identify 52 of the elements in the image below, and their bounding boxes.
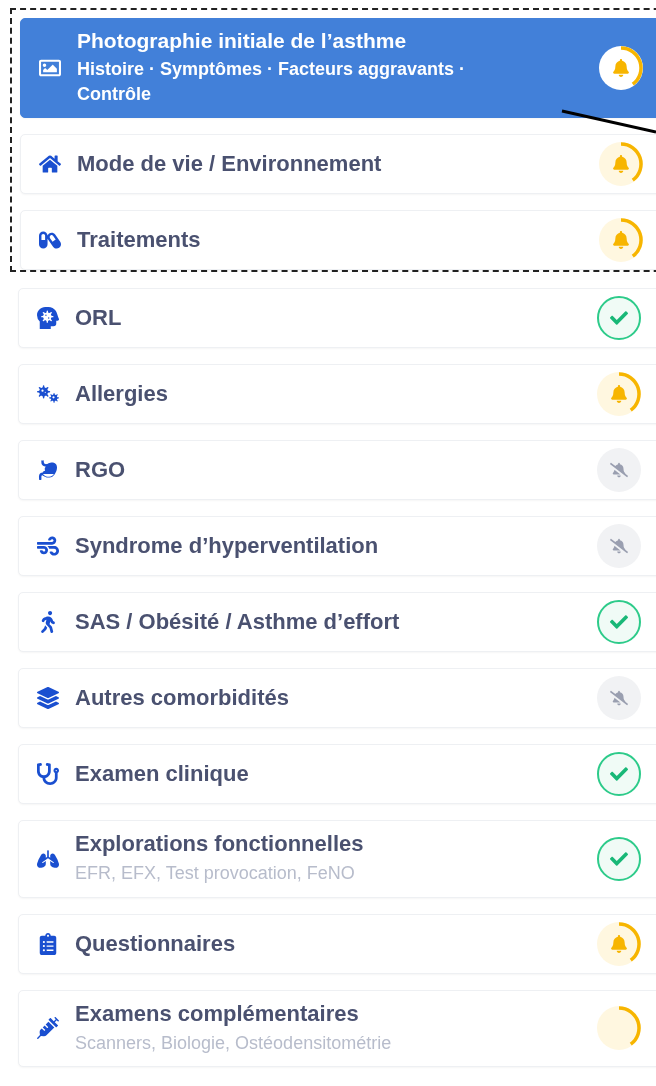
- check-icon: [610, 765, 628, 784]
- menu-item[interactable]: Questionnaires: [18, 913, 656, 974]
- menu-item[interactable]: RGO: [18, 440, 656, 501]
- stomach-icon: [37, 459, 59, 482]
- item-subtitle: Histoire · Symptômes · Facteurs aggravants · Contrôle: [77, 58, 467, 107]
- item-title: Examens complémentaires: [75, 1000, 360, 1027]
- item-title: Syndrome d’hyperventilation: [75, 533, 380, 560]
- item-title: Traitements: [77, 227, 202, 254]
- house-icon: [39, 153, 61, 176]
- check-icon: [610, 849, 628, 868]
- lungs-icon: [37, 847, 59, 870]
- checklist-icon: [37, 932, 59, 955]
- bell-icon: [612, 59, 630, 78]
- wind-icon: [37, 535, 59, 558]
- stethoscope-icon: [37, 763, 59, 786]
- head-icon: [37, 307, 59, 330]
- item-title: Examen clinique: [75, 761, 250, 788]
- menu-item[interactable]: Examens complémentaires Scanners, Biologie, Ostéodensitométrie: [18, 989, 656, 1067]
- menu-item[interactable]: SAS / Obésité / Asthme d’effort: [18, 592, 656, 653]
- item-title: Autres comorbidités: [75, 685, 290, 712]
- item-title: Mode de vie / Environnement: [77, 151, 383, 178]
- menu-item[interactable]: Autres comorbidités: [18, 668, 656, 729]
- bell-icon: [610, 934, 628, 953]
- item-title: SAS / Obésité / Asthme d’effort: [75, 609, 401, 636]
- item-title: ORL: [75, 305, 123, 332]
- syringe-icon: [37, 1017, 59, 1040]
- item-subtitle: EFR, EFX, Test provocation, FeNO: [75, 862, 356, 886]
- bell-off-icon: [610, 461, 628, 480]
- item-title: Explorations fonctionnelles: [75, 831, 365, 858]
- menu-item[interactable]: Explorations fonctionnelles EFR, EFX, Test provocation, FeNO: [18, 820, 656, 898]
- item-title: Photographie initiale de l’asthme: [77, 29, 408, 53]
- bell-off-icon: [610, 689, 628, 708]
- layers-icon: [37, 687, 59, 710]
- menu-item[interactable]: Traitements: [20, 210, 656, 271]
- menu-item[interactable]: Syndrome d’hyperventilation: [18, 516, 656, 577]
- bell-off-icon: [610, 537, 628, 556]
- menu-item[interactable]: ORL: [18, 288, 656, 349]
- menu-item[interactable]: Allergies: [18, 364, 656, 425]
- menu-item[interactable]: Mode de vie / Environnement: [20, 134, 656, 195]
- bell-icon: [612, 155, 630, 174]
- bell-icon: [610, 385, 628, 404]
- bell-icon: [612, 231, 630, 250]
- virus-icon: [37, 383, 59, 406]
- check-icon: [610, 309, 628, 328]
- item-title: RGO: [75, 457, 127, 484]
- check-icon: [610, 613, 628, 632]
- menu-item[interactable]: Examen clinique: [18, 744, 656, 805]
- item-title: Questionnaires: [75, 930, 237, 957]
- item-title: Allergies: [75, 381, 169, 408]
- pills-icon: [39, 229, 61, 252]
- menu-item[interactable]: Photographie initiale de l’asthme Histoire · Symptômes · Facteurs aggravants · Contrôle: [20, 18, 656, 119]
- item-subtitle: Scanners, Biologie, Ostéodensitométrie: [75, 1031, 393, 1055]
